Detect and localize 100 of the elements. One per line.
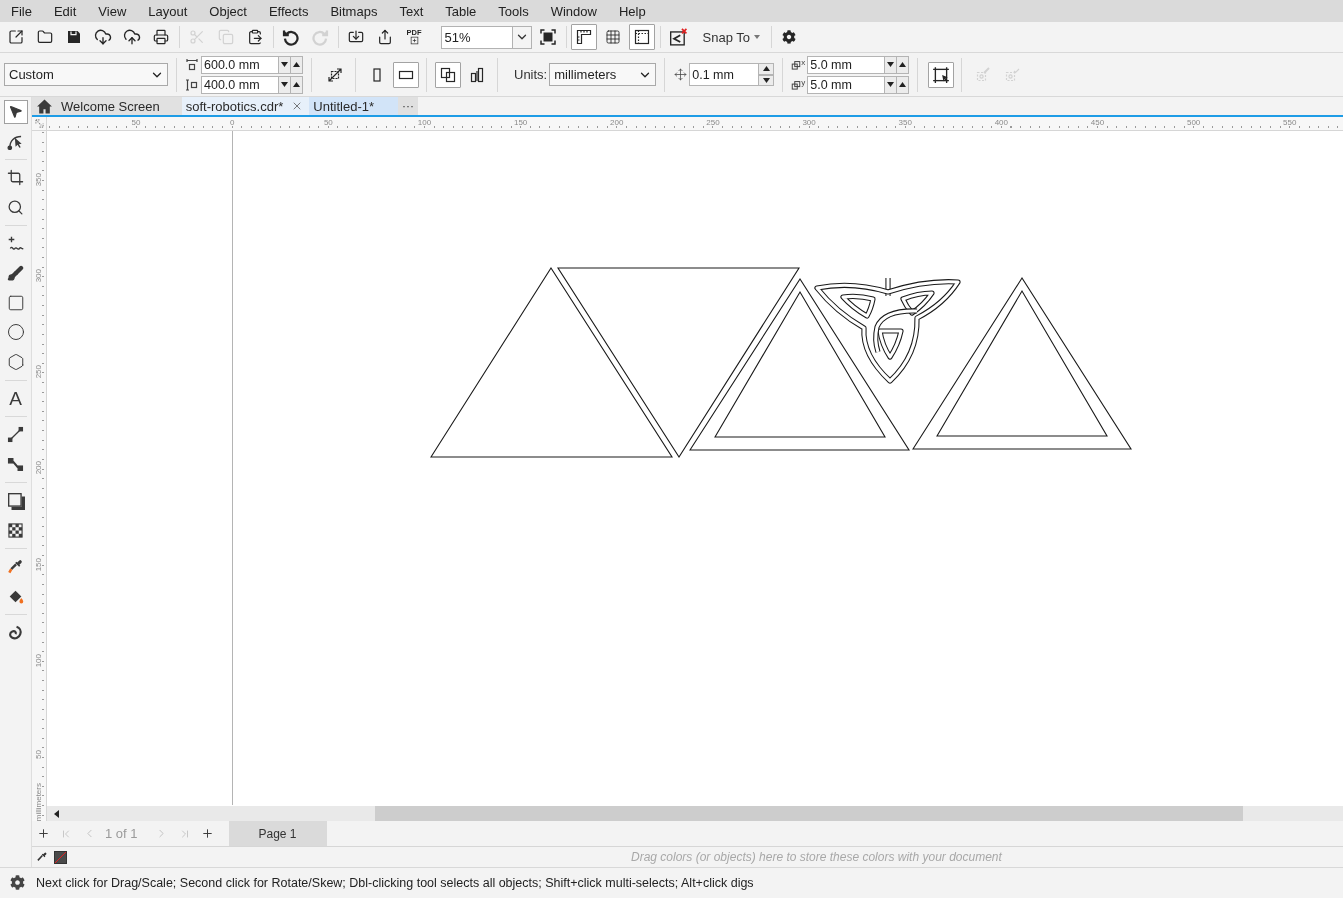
menu-item[interactable]: Effects	[257, 0, 320, 22]
ruler-label: 50	[131, 118, 141, 127]
hexagon-icon	[6, 352, 25, 371]
ruler-label: 150	[513, 118, 528, 127]
increase-button[interactable]	[897, 75, 910, 94]
ruler-label: 400	[994, 118, 1008, 127]
menu-item[interactable]: File	[0, 0, 43, 22]
duplicate-offset-field[interactable]: 5.0 mm	[807, 55, 886, 74]
squiggle-icon	[6, 234, 25, 253]
page-width-icon	[186, 58, 198, 71]
zoom-dropdown-button[interactable]	[511, 25, 532, 49]
snap-to-button[interactable]: Snap To	[692, 24, 768, 50]
width-field[interactable]: 600.0 mm	[201, 55, 279, 74]
checkerboard-icon	[8, 522, 23, 538]
duplicate-squares-icon	[791, 79, 802, 90]
decrease-button[interactable]	[279, 55, 291, 74]
pick-tool[interactable]	[3, 99, 28, 124]
ruler-label: 500	[1186, 118, 1201, 127]
page-plus-icon	[409, 36, 419, 45]
menu-item[interactable]: Tools	[487, 0, 540, 22]
menu-item[interactable]: Edit	[42, 0, 88, 22]
chevron-first-icon	[60, 827, 72, 840]
menu-item[interactable]: View	[87, 0, 138, 22]
increase-button[interactable]	[291, 75, 303, 94]
menu-item[interactable]: Table	[434, 0, 488, 22]
frame-pointer-icon	[931, 65, 950, 84]
eyedropper-icon	[7, 558, 24, 576]
ruler-label: 350	[898, 118, 912, 127]
rulers-toggle[interactable]	[571, 24, 597, 50]
status-settings-button[interactable]	[10, 875, 26, 891]
page-tab[interactable]: Page 1	[228, 821, 327, 846]
triangle-up-icon	[762, 66, 770, 72]
diagonal-line-icon	[7, 426, 24, 444]
clipboard-icon	[247, 29, 263, 45]
ruler-label: 50	[323, 118, 333, 127]
export-icon	[377, 29, 393, 45]
status-message: Next click for Drag/Scale; Second click for Rotate/Skew; Dbl-clicking tool selects all objects; Shift+click multi-selects; Alt+click digs	[36, 876, 754, 890]
dashed-frame-icon	[634, 29, 650, 45]
ruler-label: 250	[706, 118, 720, 127]
menu-item[interactable]: Bitmaps	[319, 0, 389, 22]
units-dropdown[interactable]: millimeters	[549, 63, 657, 86]
snap-off-icon	[669, 28, 687, 46]
duplicate-offset-field[interactable]: 5.0 mm	[807, 75, 886, 94]
ruler-icon	[576, 29, 592, 45]
triangle-down-icon	[281, 82, 288, 87]
dashed-node-pencil-icon	[974, 66, 991, 83]
nudge-field[interactable]: 0.1 mm	[689, 63, 760, 86]
plus-icon	[36, 827, 50, 840]
document-tab[interactable]: Welcome Screen	[32, 97, 182, 115]
axis-label: y	[801, 79, 806, 87]
plus-icon	[201, 827, 215, 840]
cloud-upload-icon	[123, 28, 141, 46]
decrease-button[interactable]	[279, 75, 291, 94]
frame-select-button[interactable]	[927, 61, 954, 88]
menu-item[interactable]: Object	[198, 0, 258, 22]
increase-button[interactable]	[291, 55, 303, 74]
settings-icon	[782, 30, 797, 44]
palette-hint: Drag colors (or objects) here to store these colors with your document	[631, 850, 1002, 864]
ruler-label: 350	[34, 173, 43, 187]
decrease-button[interactable]	[885, 55, 898, 74]
guidelines-toggle[interactable]	[629, 24, 655, 50]
menu-item[interactable]: Layout	[137, 0, 199, 22]
decrease-button[interactable]	[885, 75, 898, 94]
triangle-down-icon	[762, 77, 770, 83]
empty-swatch-icon[interactable]	[54, 850, 67, 864]
triangle-up-icon	[293, 82, 300, 87]
ruler-label: 100	[34, 653, 43, 668]
landscape-button[interactable]	[392, 61, 419, 88]
triangle-down-icon	[887, 62, 895, 67]
ruler-label: 200	[610, 118, 624, 127]
zoom-field[interactable]: 51%	[440, 25, 512, 49]
height-field[interactable]: 400.0 mm	[201, 75, 279, 94]
ruler-label: 200	[34, 461, 43, 475]
menu-item[interactable]: Text	[388, 0, 435, 22]
document-tab[interactable]: soft-robotics.cdr*	[181, 97, 310, 115]
increase-button[interactable]	[759, 63, 775, 75]
swirl-icon	[7, 624, 24, 642]
fullscreen-icon	[540, 29, 556, 45]
dashed-node-check-icon	[1003, 66, 1020, 83]
ruler-label: 150	[34, 557, 43, 571]
house-icon	[36, 97, 53, 115]
page-size-dropdown[interactable]: Custom	[4, 63, 168, 86]
eyedropper-button[interactable]	[36, 850, 48, 864]
cloud-download-icon	[94, 28, 112, 46]
more-tabs-button[interactable]: ···	[398, 97, 418, 115]
shadow-square-icon	[6, 491, 25, 510]
all-pages-button[interactable]	[434, 61, 461, 88]
ruler-label: 550	[1283, 118, 1297, 127]
settings-icon	[10, 875, 25, 890]
scrollbar-thumb[interactable]	[375, 806, 1243, 821]
stacked-pages-icon	[439, 66, 456, 83]
menu-item[interactable]: Window	[539, 0, 608, 22]
menu-item[interactable]: Help	[607, 0, 657, 22]
folder-icon	[37, 29, 53, 45]
undo-icon	[282, 28, 300, 46]
triangle-up-icon	[293, 62, 300, 67]
increase-button[interactable]	[897, 55, 910, 74]
document-tab[interactable]: Untitled-1*	[309, 97, 398, 115]
text-tool[interactable]: A	[3, 386, 28, 411]
copy-icon	[218, 29, 234, 45]
